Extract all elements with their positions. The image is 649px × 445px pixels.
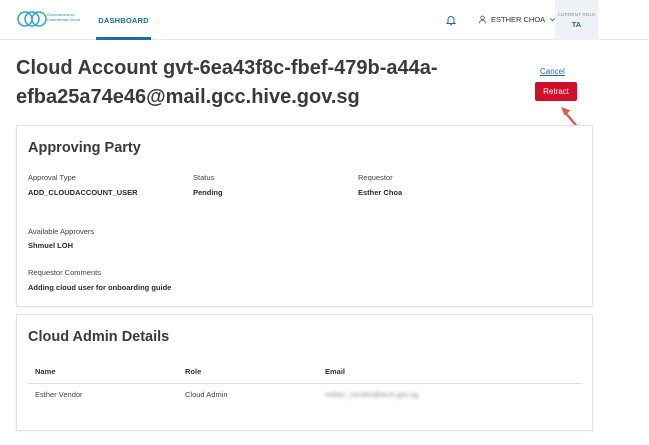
requestor-comments-value: Adding cloud user for onboarding guide xyxy=(28,283,172,292)
logo-text: Government on Commercial Cloud xyxy=(47,12,80,22)
gcc-logo-icon xyxy=(17,11,47,27)
current-role-box[interactable]: CURRENT ROLE TA xyxy=(555,0,598,40)
status-label: Status xyxy=(193,173,215,182)
gcc-logo[interactable]: Government on Commercial Cloud xyxy=(17,8,89,30)
column-header-name: Name xyxy=(35,367,56,376)
available-approvers-label: Available Approvers xyxy=(28,227,95,236)
requestor-value: Esther Choa xyxy=(358,188,403,197)
requestor-label: Requestor xyxy=(358,173,393,182)
row-email-cell: esther_vendor@tech.gov.sg xyxy=(325,390,419,399)
approving-party-card: Approving Party Approval Type ADD_CLOUDA… xyxy=(16,125,593,307)
approval-type-value: ADD_CLOUDACCOUNT_USER xyxy=(28,188,138,197)
user-menu[interactable]: ESTHER CHOA xyxy=(478,13,556,25)
page-title: Cloud Account gvt-6ea43f8c-fbef-479b-a44… xyxy=(16,57,438,108)
cloud-admin-details-card: Cloud Admin Details Name Role Email Esth… xyxy=(16,314,593,431)
current-role-value: TA xyxy=(571,20,582,29)
row-role-cell: Cloud Admin xyxy=(185,390,228,399)
column-header-email: Email xyxy=(325,367,346,376)
current-role-caption: CURRENT ROLE xyxy=(557,12,596,17)
table-divider xyxy=(28,383,582,384)
top-navigation-bar: Government on Commercial Cloud DASHBOARD… xyxy=(0,0,649,40)
user-icon xyxy=(478,15,487,24)
notification-bell-icon[interactable] xyxy=(445,13,457,26)
status-value: Pending xyxy=(193,188,223,197)
tab-dashboard[interactable]: DASHBOARD xyxy=(96,0,151,40)
row-name-cell: Esther Vendor xyxy=(35,390,83,399)
active-tab-indicator xyxy=(96,37,151,40)
cancel-link[interactable]: Cancel xyxy=(540,67,565,76)
approval-type-label: Approval Type xyxy=(28,173,76,182)
approving-party-title: Approving Party xyxy=(28,140,141,156)
user-name: ESTHER CHOA xyxy=(491,14,546,24)
cloud-admin-details-title: Cloud Admin Details xyxy=(28,329,170,345)
requestor-comments-label: Requestor Comments xyxy=(28,268,101,277)
available-approvers-value: Shmuel LOH xyxy=(28,241,74,250)
retract-button[interactable]: Retract xyxy=(535,82,577,101)
column-header-role: Role xyxy=(185,367,202,376)
